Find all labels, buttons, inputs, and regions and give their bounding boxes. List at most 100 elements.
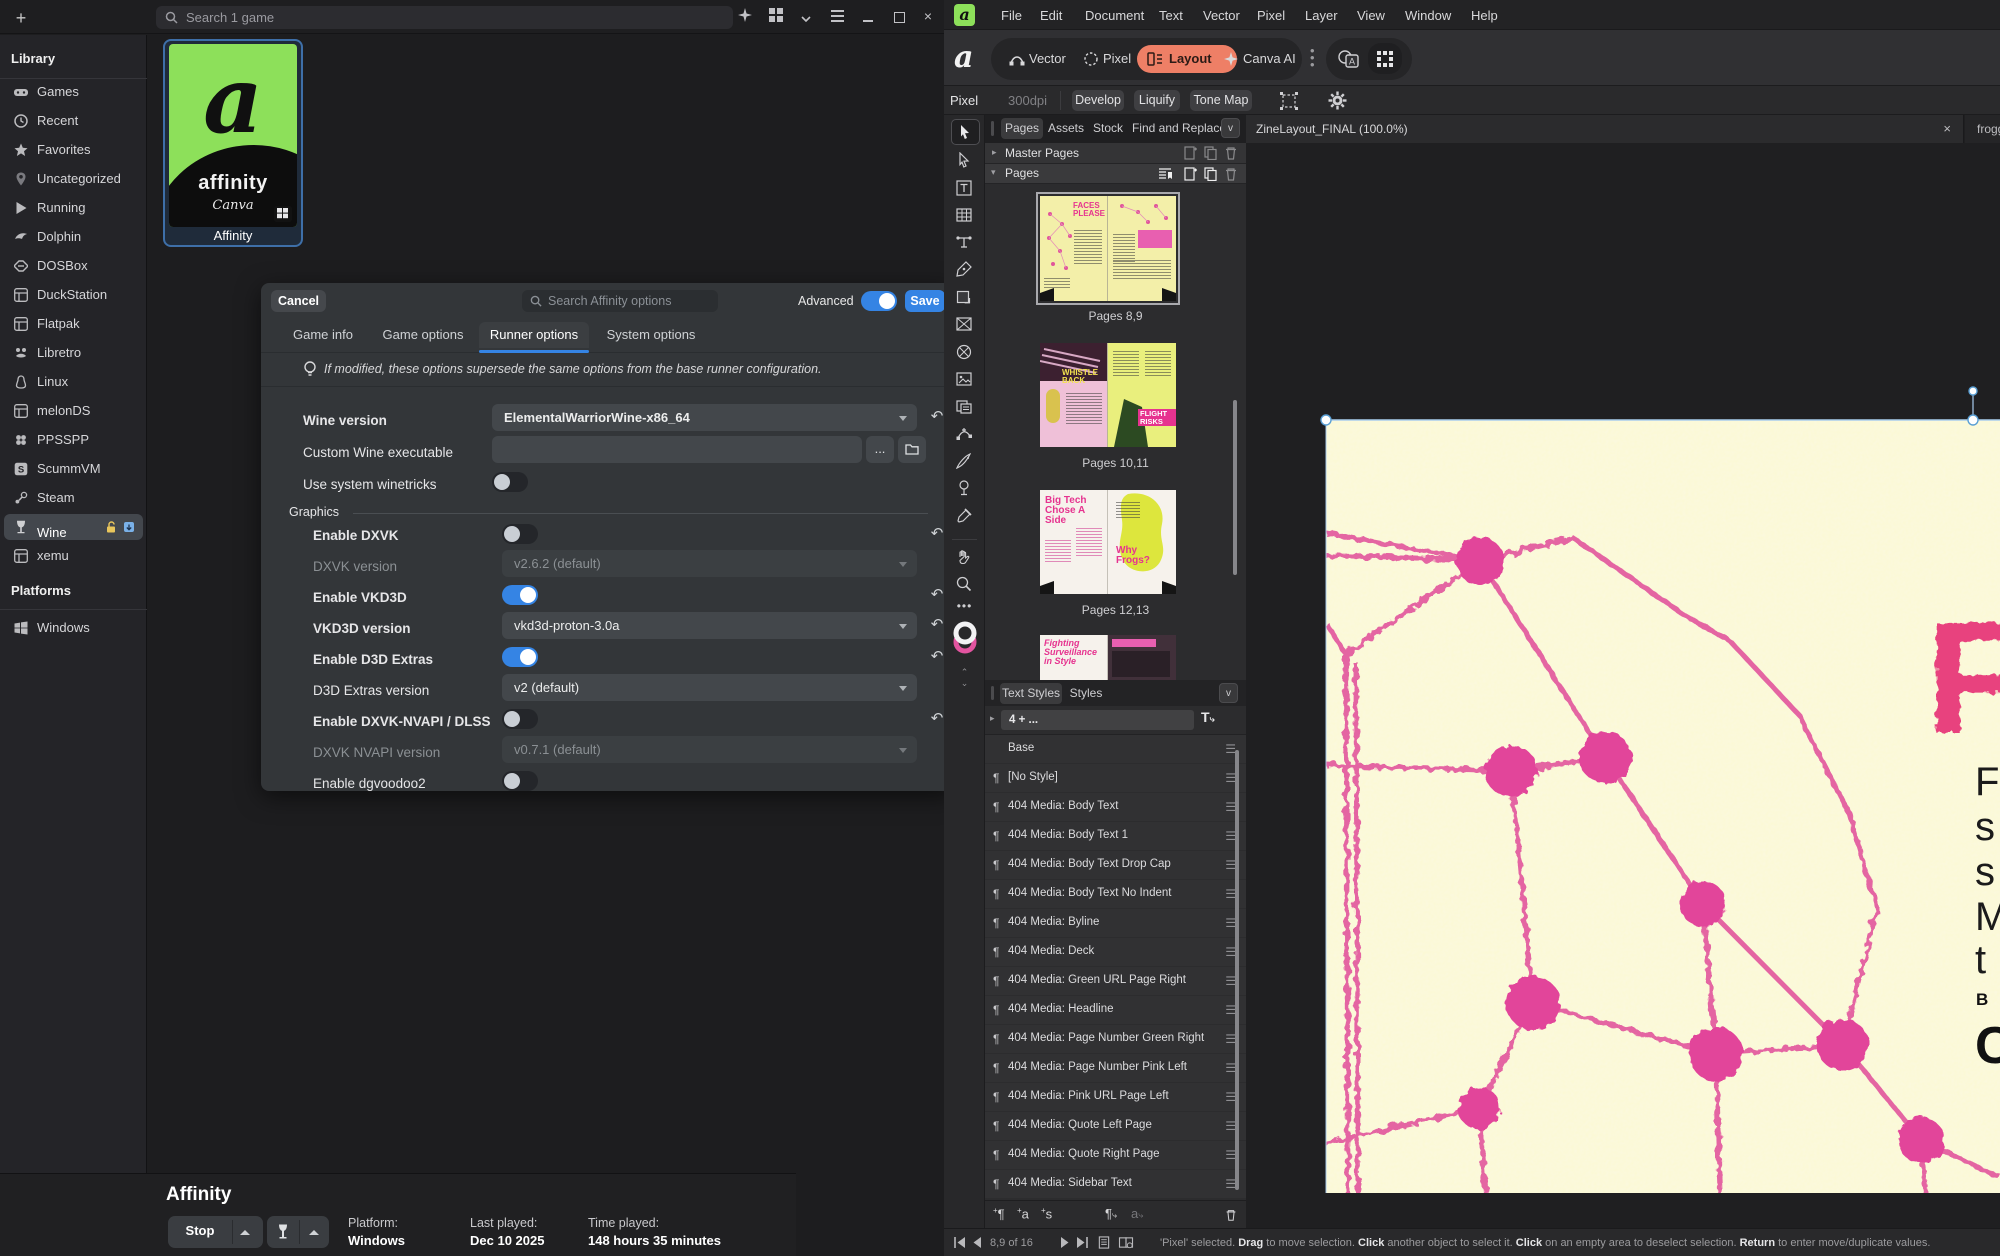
close-button[interactable]: × [918,8,938,26]
sidebar-item-steam[interactable]: Steam [4,485,143,511]
style-row[interactable]: ¶[No Style]☰ [985,764,1246,792]
hand-tool[interactable] [951,545,978,569]
custom-exe-input[interactable] [492,436,862,463]
menu-hamburger-icon[interactable] [825,7,849,28]
grid-view-icon[interactable] [764,7,788,28]
spread-thumbnail-8-9[interactable]: FACES PLEASE [1040,196,1176,301]
gear-icon[interactable] [1328,91,1347,110]
sidebar-item-favorites[interactable]: Favorites [4,137,143,163]
game-card-affinity[interactable]: a affinity Canva Affinity [163,39,303,247]
color-picker-tool[interactable] [951,504,978,528]
style-row[interactable]: ¶404 Media: Deck☰ [985,938,1246,966]
document-canvas[interactable]: F F s s M t B C [1246,143,2000,1228]
tonemap-button[interactable]: Tone Map [1190,90,1252,111]
stop-options-chevron-icon[interactable] [240,1230,250,1235]
style-row[interactable]: ¶404 Media: Pink URL Page Left☰ [985,1083,1246,1111]
d3d-extras-toggle[interactable] [502,647,538,667]
sidebar-item-ppsspp[interactable]: PPSSPP [4,427,143,453]
tab-game-info[interactable]: Game info [286,322,360,348]
page-view-icon[interactable] [1096,1236,1112,1249]
reapply-paragraph-icon[interactable]: ¶⤷ [1105,1206,1117,1221]
sidebar-item-games[interactable]: Games [4,79,143,105]
pages-scrollbar[interactable] [1233,400,1237,575]
node-select-tool[interactable] [951,148,978,172]
menu-vector[interactable]: Vector [1203,8,1240,23]
frame-text-tool[interactable] [951,176,978,200]
winetricks-toggle[interactable] [492,472,528,492]
style-row[interactable]: ¶404 Media: Quote Left Page☰ [985,1112,1246,1140]
master-pages-header[interactable]: ▸ Master Pages [985,143,1246,164]
menu-edit[interactable]: Edit [1040,8,1062,23]
spread-thumbnail-12-13[interactable]: Big Tech Chose A Side Why Frogs? [1040,490,1176,594]
tab-styles[interactable]: Styles [1066,683,1106,704]
menu-view[interactable]: View [1357,8,1385,23]
panel-grip[interactable] [991,686,994,700]
next-spread-icon[interactable] [1056,1236,1072,1249]
rectangle-tool[interactable] [951,285,978,309]
style-row[interactable]: ¶404 Media: Page Number Pink Left☰ [985,1054,1246,1082]
pages-tool[interactable] [951,394,978,418]
panel-options-chevron[interactable]: v [1219,683,1238,703]
vkd3d-toggle[interactable] [502,585,538,605]
expand-icon[interactable]: ▸ [990,713,995,724]
tab-pages[interactable]: Pages [1001,118,1043,139]
sidebar-item-flatpak[interactable]: Flatpak [4,311,143,337]
advanced-toggle[interactable] [861,291,897,311]
tab-runner-options[interactable]: Runner options [479,322,589,348]
first-spread-icon[interactable] [952,1236,968,1249]
custom-exe-more-button[interactable]: ... [866,436,894,463]
duplicate-page-icon[interactable] [1203,146,1219,160]
last-spread-icon[interactable] [1074,1236,1090,1249]
options-search-input[interactable]: Search Affinity options [522,290,718,312]
sidebar-item-libretro[interactable]: Libretro [4,340,143,366]
zoom-tool[interactable] [951,572,978,596]
close-document-icon[interactable]: × [1943,121,1951,136]
fill-stroke-swatch[interactable] [951,620,978,660]
game-search-input[interactable]: Search 1 game [156,6,733,29]
transparency-tool[interactable] [951,476,978,500]
style-row[interactable]: ¶404 Media: Headline☰ [985,996,1246,1024]
art-text-tool[interactable] [951,230,978,254]
tab-stock[interactable]: Stock [1089,118,1127,139]
cancel-button[interactable]: Cancel [271,290,326,312]
style-row[interactable]: ¶404 Media: Body Text No Indent☰ [985,880,1246,908]
menu-help[interactable]: Help [1471,8,1498,23]
tab-text-styles[interactable]: Text Styles [1000,683,1062,704]
toolbar-overflow-icon[interactable]: ••• [1310,47,1316,68]
panel-grip[interactable] [991,121,994,136]
new-character-style-icon[interactable]: +a [1017,1206,1029,1221]
tab-find-replace[interactable]: Find and Replace [1129,118,1229,139]
style-row[interactable]: ¶404 Media: Body Text 1☰ [985,822,1246,850]
develop-button[interactable]: Develop [1072,90,1124,111]
document-tab[interactable]: ZineLayout_FINAL (100.0%) × [1246,115,1964,143]
styles-scrollbar[interactable] [1235,750,1239,1190]
liquify-button[interactable]: Liquify [1134,90,1180,111]
assets-a-icon[interactable]: A [1338,49,1360,69]
add-page-icon[interactable] [1182,146,1198,160]
spread-caption[interactable]: Pages 12,13 [985,603,1246,617]
trash-icon[interactable] [1224,1208,1238,1222]
sidebar-item-scummvm[interactable]: SScummVM [4,456,143,482]
vkd3d-version-select[interactable]: vkd3d-proton-3.0a [502,612,917,639]
custom-exe-browse-button[interactable] [898,436,926,463]
menu-pixel[interactable]: Pixel [1257,8,1285,23]
style-row[interactable]: ¶404 Media: Quote Right Page☰ [985,1141,1246,1169]
sidebar-item-dosbox[interactable]: DOSBox [4,253,143,279]
sidebar-item-wine[interactable]: Wine [4,514,143,540]
reapply-character-icon[interactable]: a⤷ [1131,1206,1143,1221]
wine-config-chevron-icon[interactable] [309,1230,319,1235]
style-row[interactable]: ¶404 Media: Sidebar Text☰ [985,1170,1246,1198]
menu-text[interactable]: Text [1159,8,1183,23]
sidebar-item-linux[interactable]: Linux [4,369,143,395]
sidebar-item-recent[interactable]: Recent [4,108,143,134]
sidebar-item-windows[interactable]: Windows [4,615,143,641]
swatch-swap-chevrons[interactable]: ⌃⌄ [951,667,978,691]
picture-frame-tool[interactable] [951,312,978,336]
style-row[interactable]: ¶404 Media: Byline☰ [985,909,1246,937]
pages-section-header[interactable]: ▾ Pages [985,164,1246,184]
add-page-icon[interactable] [1182,167,1198,181]
tab-game-options[interactable]: Game options [373,322,473,348]
wine-config-button[interactable] [267,1216,329,1248]
sidebar-item-melonds[interactable]: melonDS [4,398,143,424]
spread-caption[interactable]: Pages 10,11 [985,456,1246,470]
